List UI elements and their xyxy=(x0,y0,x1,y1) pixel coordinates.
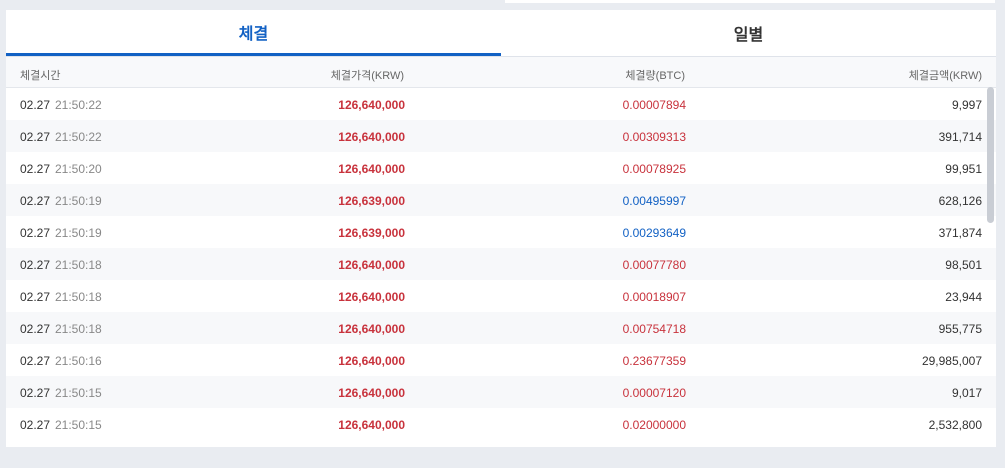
trade-date: 02.27 xyxy=(20,194,51,208)
header-price: 체결가격(KRW) xyxy=(330,70,404,82)
trade-time: 21:50:22 xyxy=(55,98,102,112)
trade-volume: 0.00754718 xyxy=(622,322,686,336)
trade-price: 126,640,000 xyxy=(338,290,405,304)
trade-volume: 0.00495997 xyxy=(622,194,686,208)
trade-volume: 0.00018907 xyxy=(622,290,686,304)
trade-list[interactable]: 02.27 21:50:22 126,640,000 0.00007894 9,997 0… xyxy=(6,88,996,440)
trade-price: 126,640,000 xyxy=(338,386,405,400)
header-amount: 체결금액(KRW) xyxy=(908,70,982,82)
trade-price: 126,639,000 xyxy=(338,226,405,240)
trade-volume: 0.00007120 xyxy=(622,386,686,400)
trade-price: 126,640,000 xyxy=(338,162,405,176)
trade-time: 21:50:18 xyxy=(55,258,102,272)
trade-amount: 391,714 xyxy=(938,130,982,144)
trade-date: 02.27 xyxy=(20,386,51,400)
trade-time: 21:50:18 xyxy=(55,290,102,304)
trade-date: 02.27 xyxy=(20,290,51,304)
trade-date: 02.27 xyxy=(20,162,51,176)
trade-price: 126,640,000 xyxy=(338,354,405,368)
trade-price: 126,639,000 xyxy=(338,194,405,208)
trade-amount: 29,985,007 xyxy=(921,354,982,368)
trade-volume: 0.00309313 xyxy=(622,130,686,144)
table-row: 02.27 21:50:16 126,640,000 0.23677359 29,985… xyxy=(6,344,996,376)
tab-daily[interactable]: 일별 xyxy=(501,10,996,56)
table-row: 02.27 21:50:18 126,640,000 0.00754718 955,77… xyxy=(6,312,996,344)
table-row: 02.27 21:50:18 126,640,000 0.00018907 23,944 xyxy=(6,280,996,312)
trade-time: 21:50:15 xyxy=(55,418,102,432)
trade-price: 126,640,000 xyxy=(338,418,405,432)
trade-date: 02.27 xyxy=(20,354,51,368)
trade-volume: 0.00078925 xyxy=(622,162,686,176)
trade-time: 21:50:20 xyxy=(55,162,102,176)
trade-volume: 0.00077780 xyxy=(622,258,686,272)
tab-bar: 체결 일별 xyxy=(6,10,996,57)
trade-volume: 0.00007894 xyxy=(622,98,686,112)
trade-amount: 99,951 xyxy=(945,162,982,176)
trade-date: 02.27 xyxy=(20,226,51,240)
trade-time: 21:50:16 xyxy=(55,354,102,368)
trade-time: 21:50:19 xyxy=(55,226,102,240)
trade-time: 21:50:18 xyxy=(55,322,102,336)
trade-time: 21:50:22 xyxy=(55,130,102,144)
trade-volume: 0.02000000 xyxy=(622,418,686,432)
trade-date: 02.27 xyxy=(20,98,51,112)
trade-time: 21:50:15 xyxy=(55,386,102,400)
trade-price: 126,640,000 xyxy=(338,258,405,272)
table-row: 02.27 21:50:18 126,640,000 0.00077780 98,501 xyxy=(6,248,996,280)
trade-date: 02.27 xyxy=(20,418,51,432)
scrollbar-thumb[interactable] xyxy=(987,87,994,223)
trade-amount: 23,944 xyxy=(945,290,982,304)
trade-amount: 9,017 xyxy=(951,386,982,400)
trade-price: 126,640,000 xyxy=(338,322,405,336)
trade-amount: 9,997 xyxy=(951,98,982,112)
trade-amount: 98,501 xyxy=(945,258,982,272)
trade-date: 02.27 xyxy=(20,322,51,336)
trade-date: 02.27 xyxy=(20,130,51,144)
trade-price: 126,640,000 xyxy=(338,130,405,144)
top-strip xyxy=(505,0,995,3)
trade-time: 21:50:19 xyxy=(55,194,102,208)
trade-volume: 0.00293649 xyxy=(622,226,686,240)
trade-amount: 628,126 xyxy=(938,194,982,208)
table-row: 02.27 21:50:22 126,640,000 0.00007894 9,997 xyxy=(6,88,996,120)
header-time: 체결시간 xyxy=(20,70,61,82)
tab-trades[interactable]: 체결 xyxy=(6,10,501,56)
trade-amount: 2,532,800 xyxy=(928,418,982,432)
trade-amount: 955,775 xyxy=(938,322,982,336)
table-row: 02.27 21:50:20 126,640,000 0.00078925 99,951 xyxy=(6,152,996,184)
table-row: 02.27 21:50:15 126,640,000 0.00007120 9,017 xyxy=(6,376,996,408)
table-row: 02.27 21:50:15 126,640,000 0.02000000 2,532,… xyxy=(6,408,996,440)
trade-date: 02.27 xyxy=(20,258,51,272)
header-volume: 체결량(BTC) xyxy=(625,70,685,82)
table-row: 02.27 21:50:19 126,639,000 0.00495997 628,12… xyxy=(6,184,996,216)
table-header: 체결시간 체결가격(KRW) 체결량(BTC) 체결금액(KRW) xyxy=(6,57,996,88)
trade-volume: 0.23677359 xyxy=(622,354,686,368)
trade-history-panel: 체결 일별 체결시간 체결가격(KRW) 체결량(BTC) 체결금액(KRW) … xyxy=(6,10,996,447)
table-row: 02.27 21:50:22 126,640,000 0.00309313 391,71… xyxy=(6,120,996,152)
trade-price: 126,640,000 xyxy=(338,98,405,112)
table-row: 02.27 21:50:19 126,639,000 0.00293649 371,87… xyxy=(6,216,996,248)
trade-amount: 371,874 xyxy=(938,226,982,240)
